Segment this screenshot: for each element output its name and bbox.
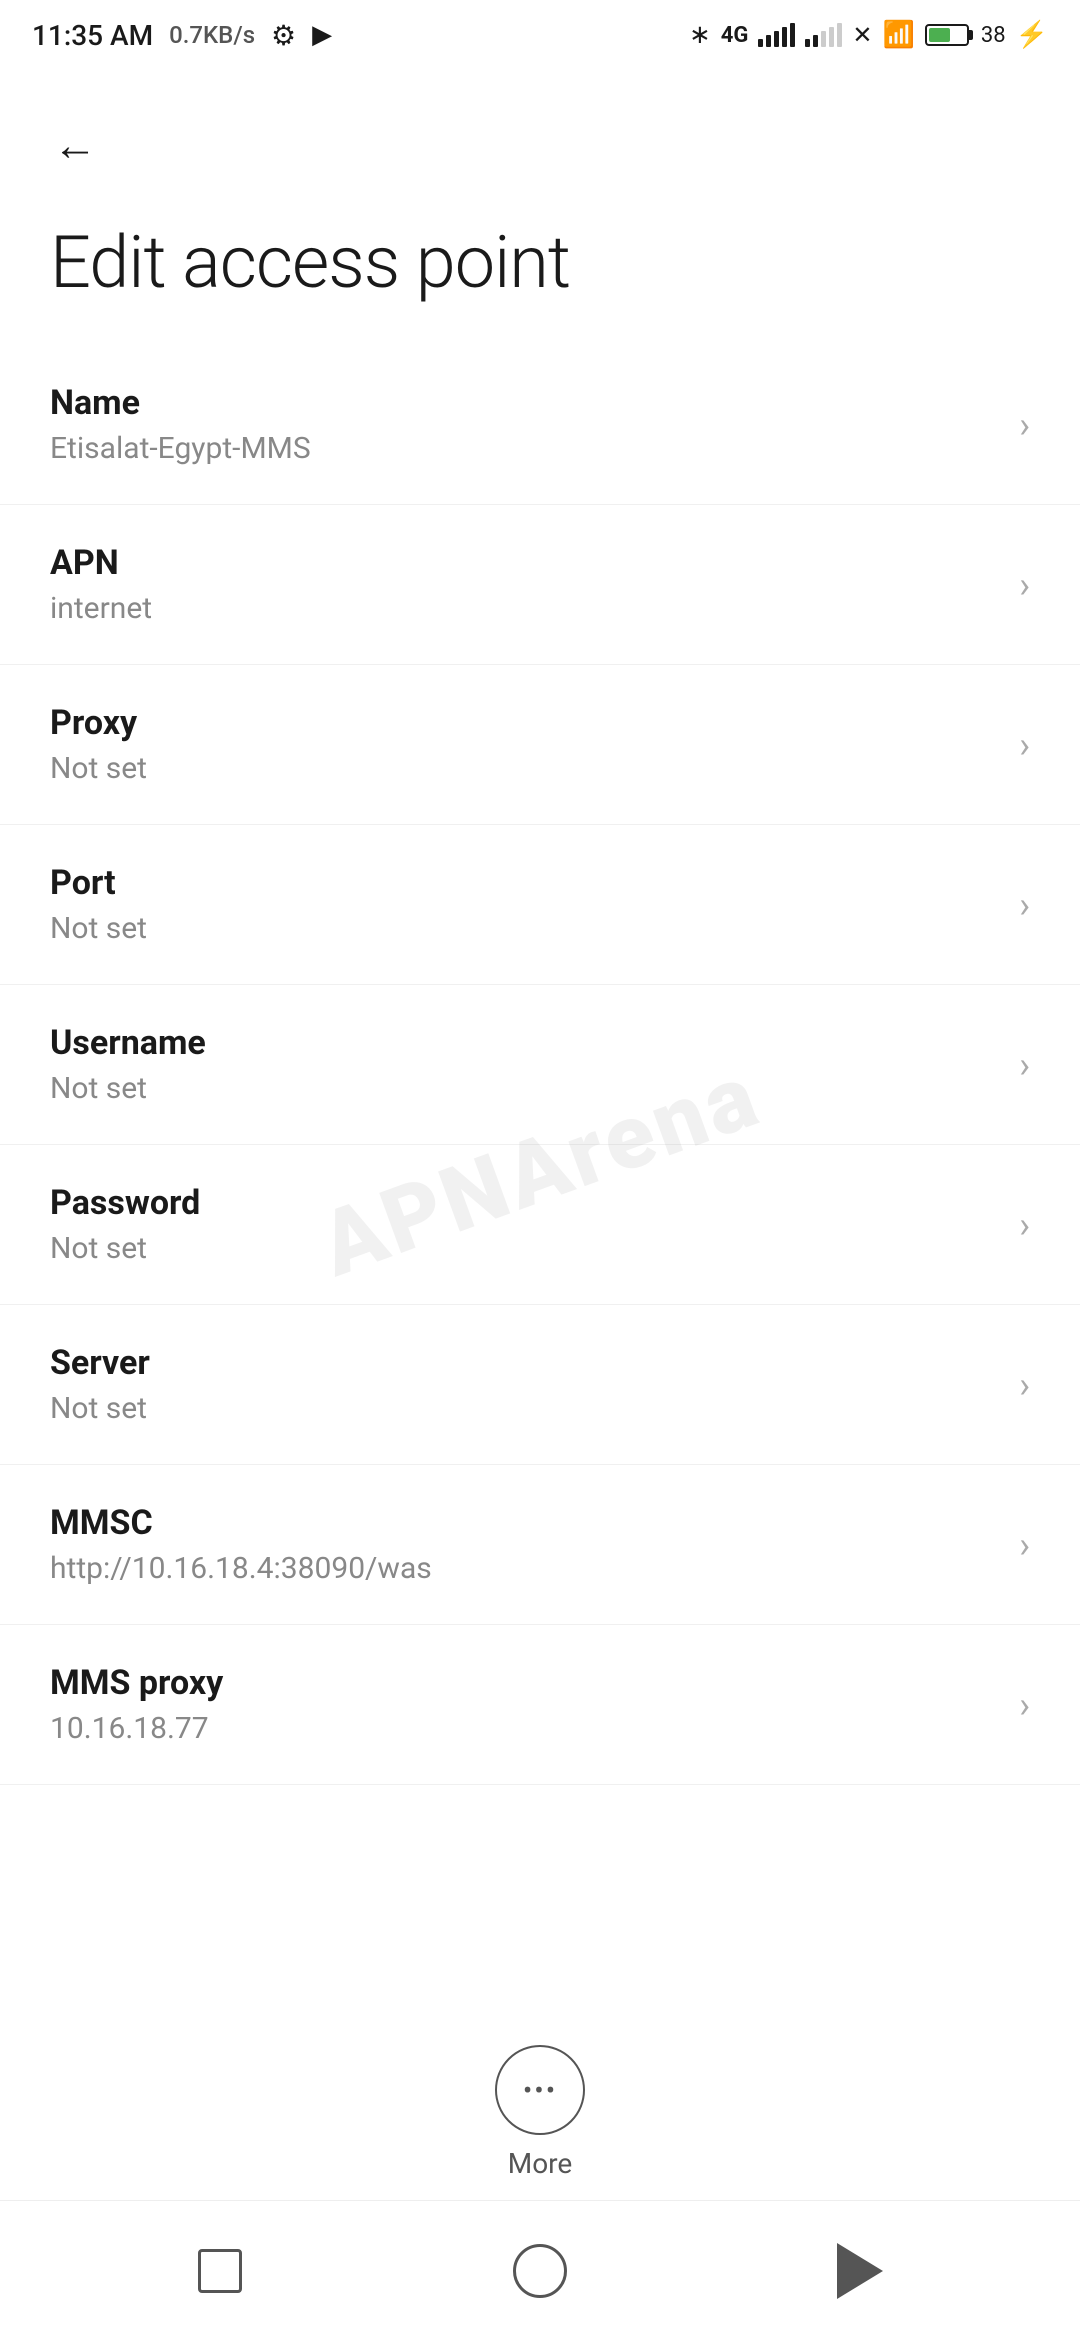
chevron-icon-password: › xyxy=(1019,1204,1030,1246)
settings-list: Name Etisalat-Egypt-MMS › APN internet ›… xyxy=(0,345,1080,1785)
settings-item-port[interactable]: Port Not set › xyxy=(0,825,1080,985)
settings-value-name: Etisalat-Egypt-MMS xyxy=(50,431,999,466)
more-dots-icon: ••• xyxy=(523,2074,557,2107)
status-bar: 11:35 AM 0.7KB/s ⚙ ▶ ∗ 4G ✕ 📶 38 xyxy=(0,0,1080,70)
settings-item-username[interactable]: Username Not set › xyxy=(0,985,1080,1145)
chevron-icon-mmsc: › xyxy=(1019,1524,1030,1566)
more-button[interactable]: ••• More xyxy=(495,2045,585,2180)
settings-label-server: Server xyxy=(50,1343,999,1383)
nav-home-button[interactable] xyxy=(500,2231,580,2311)
chevron-icon-port: › xyxy=(1019,884,1030,926)
settings-item-mms-proxy-content: MMS proxy 10.16.18.77 xyxy=(50,1663,999,1746)
settings-value-password: Not set xyxy=(50,1231,999,1266)
settings-item-password-content: Password Not set xyxy=(50,1183,999,1266)
settings-label-username: Username xyxy=(50,1023,999,1063)
settings-item-apn-content: APN internet xyxy=(50,543,999,626)
header: ← xyxy=(0,70,1080,200)
nav-bar xyxy=(0,2200,1080,2340)
settings-value-username: Not set xyxy=(50,1071,999,1106)
settings-value-server: Not set xyxy=(50,1391,999,1426)
bluetooth-icon: ∗ xyxy=(689,20,711,50)
settings-label-apn: APN xyxy=(50,543,999,583)
signal-x-icon: ✕ xyxy=(852,21,872,49)
video-icon: ▶ xyxy=(312,20,332,50)
settings-label-password: Password xyxy=(50,1183,999,1223)
settings-item-mmsc[interactable]: MMSC http://10.16.18.4:38090/was › xyxy=(0,1465,1080,1625)
charging-icon: ⚡ xyxy=(1016,20,1048,50)
nav-home-icon xyxy=(513,2244,567,2298)
settings-value-apn: internet xyxy=(50,591,999,626)
settings-item-name[interactable]: Name Etisalat-Egypt-MMS › xyxy=(0,345,1080,505)
settings-item-name-content: Name Etisalat-Egypt-MMS xyxy=(50,383,999,466)
more-label: More xyxy=(508,2147,573,2180)
settings-value-mms-proxy: 10.16.18.77 xyxy=(50,1711,999,1746)
wifi-icon: 📶 xyxy=(883,20,915,50)
battery-indicator: 38 xyxy=(925,23,1006,48)
battery-percent: 38 xyxy=(981,23,1006,48)
nav-recent-button[interactable] xyxy=(180,2231,260,2311)
settings-item-password[interactable]: Password Not set › xyxy=(0,1145,1080,1305)
back-arrow-icon: ← xyxy=(53,119,97,171)
more-circle-icon: ••• xyxy=(495,2045,585,2135)
settings-item-apn[interactable]: APN internet › xyxy=(0,505,1080,665)
chevron-icon-apn: › xyxy=(1019,564,1030,606)
nav-back-button[interactable] xyxy=(820,2231,900,2311)
settings-icon: ⚙ xyxy=(271,19,296,52)
settings-label-mmsc: MMSC xyxy=(50,1503,999,1543)
settings-item-username-content: Username Not set xyxy=(50,1023,999,1106)
settings-value-mmsc: http://10.16.18.4:38090/was xyxy=(50,1551,999,1586)
chevron-icon-username: › xyxy=(1019,1044,1030,1086)
nav-back-icon xyxy=(837,2243,883,2299)
signal-bars-1 xyxy=(758,23,795,47)
settings-value-proxy: Not set xyxy=(50,751,999,786)
settings-item-proxy-content: Proxy Not set xyxy=(50,703,999,786)
chevron-icon-mms-proxy: › xyxy=(1019,1684,1030,1726)
settings-item-server-content: Server Not set xyxy=(50,1343,999,1426)
chevron-icon-server: › xyxy=(1019,1364,1030,1406)
settings-item-mms-proxy[interactable]: MMS proxy 10.16.18.77 › xyxy=(0,1625,1080,1785)
back-button[interactable]: ← xyxy=(40,110,110,180)
nav-recent-icon xyxy=(198,2249,242,2293)
settings-item-mmsc-content: MMSC http://10.16.18.4:38090/was xyxy=(50,1503,999,1586)
settings-label-name: Name xyxy=(50,383,999,423)
settings-item-port-content: Port Not set xyxy=(50,863,999,946)
status-right: ∗ 4G ✕ 📶 38 ⚡ xyxy=(689,20,1048,50)
page-title: Edit access point xyxy=(0,200,1080,345)
signal-bars-2 xyxy=(805,23,842,47)
status-time: 11:35 AM xyxy=(32,19,153,52)
signal-4g-icon: 4G xyxy=(721,23,749,48)
settings-label-port: Port xyxy=(50,863,999,903)
settings-label-proxy: Proxy xyxy=(50,703,999,743)
status-left: 11:35 AM 0.7KB/s ⚙ ▶ xyxy=(32,19,332,52)
settings-value-port: Not set xyxy=(50,911,999,946)
status-speed: 0.7KB/s xyxy=(169,21,255,49)
settings-item-server[interactable]: Server Not set › xyxy=(0,1305,1080,1465)
chevron-icon-name: › xyxy=(1019,404,1030,446)
chevron-icon-proxy: › xyxy=(1019,724,1030,766)
settings-item-proxy[interactable]: Proxy Not set › xyxy=(0,665,1080,825)
settings-label-mms-proxy: MMS proxy xyxy=(50,1663,999,1703)
